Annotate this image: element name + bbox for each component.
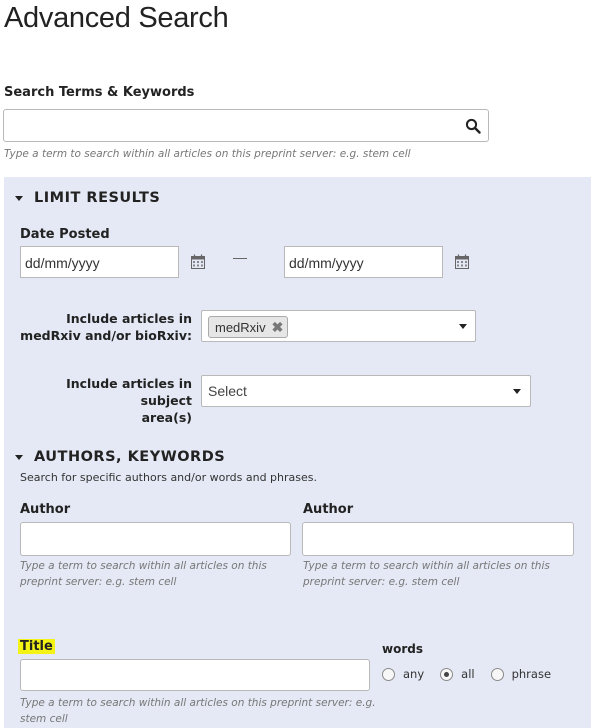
author-help-2-line2: preprint server: e.g. stem cell <box>303 576 460 588</box>
limit-results-toggle[interactable]: LIMIT RESULTS <box>15 190 160 206</box>
words-radio-group: any all phrase <box>382 667 567 681</box>
title-label: Title <box>18 639 55 654</box>
radio-any[interactable] <box>382 667 395 681</box>
search-terms-label: Search Terms & Keywords <box>4 85 195 100</box>
radio-any-label[interactable]: any <box>403 667 424 681</box>
search-filters-panel: LIMIT RESULTS Date Posted dd/mm/yyyy dd/… <box>4 177 591 728</box>
radio-all-label[interactable]: all <box>461 667 474 681</box>
caret-down-icon <box>15 195 23 201</box>
server-filter-label-line2: medRxiv and/or bioRxiv: <box>20 328 192 343</box>
subject-area-select[interactable]: Select <box>201 375 531 407</box>
calendar-icon[interactable] <box>191 254 205 269</box>
title-input[interactable] <box>20 659 370 691</box>
server-multiselect[interactable]: medRxiv ✖ <box>201 310 476 342</box>
author-help-2-line1: Type a term to search within all article… <box>303 560 550 572</box>
date-posted-label: Date Posted <box>20 227 110 242</box>
title-help: Type a term to search within all article… <box>20 695 376 727</box>
author-help-1: Type a term to search within all article… <box>20 558 267 590</box>
author-label-1: Author <box>20 502 71 517</box>
author-help-1-line1: Type a term to search within all article… <box>20 560 267 572</box>
radio-all[interactable] <box>440 667 454 681</box>
date-range-separator <box>233 258 247 259</box>
title-help-line2: stem cell <box>20 713 68 725</box>
limit-results-heading: LIMIT RESULTS <box>34 190 161 206</box>
radio-phrase-label[interactable]: phrase <box>512 667 551 681</box>
authors-keywords-toggle[interactable]: AUTHORS, KEYWORDS <box>15 449 225 465</box>
author-input-1[interactable] <box>20 522 291 556</box>
author-input-2[interactable] <box>302 522 574 556</box>
page-title: Advanced Search <box>4 2 229 34</box>
server-filter-label-line1: Include articles in <box>66 311 192 326</box>
title-label-highlight: Title <box>18 639 55 654</box>
server-filter-label: Include articles in medRxiv and/or bioRx… <box>14 310 192 344</box>
authors-keywords-heading: AUTHORS, KEYWORDS <box>34 449 226 465</box>
dropdown-arrow-icon[interactable] <box>513 389 521 394</box>
caret-down-icon <box>15 454 23 460</box>
subject-filter-label: Include articles in subject area(s) <box>14 375 192 426</box>
radio-phrase[interactable] <box>490 667 504 681</box>
authors-keywords-description: Search for specific authors and/or words… <box>20 471 317 484</box>
subject-filter-label-line1: Include articles in subject <box>66 376 192 408</box>
selected-server-chip: medRxiv ✖ <box>208 316 289 338</box>
calendar-icon[interactable] <box>455 254 469 269</box>
date-to-input[interactable]: dd/mm/yyyy <box>284 246 443 278</box>
author-help-1-line2: preprint server: e.g. stem cell <box>20 576 177 588</box>
author-help-2: Type a term to search within all article… <box>303 558 550 590</box>
subject-select-value: Select <box>208 383 247 399</box>
dropdown-arrow-icon[interactable] <box>459 324 467 329</box>
chip-label: medRxiv <box>215 319 266 335</box>
date-from-input[interactable]: dd/mm/yyyy <box>20 246 179 278</box>
search-icon[interactable] <box>465 118 481 134</box>
words-label: words <box>382 642 423 656</box>
search-help-text: Type a term to search within all article… <box>4 148 411 160</box>
subject-filter-label-line2: area(s) <box>141 410 192 425</box>
author-label-2: Author <box>303 502 354 517</box>
remove-icon[interactable]: ✖ <box>272 320 284 334</box>
title-help-line1: Type a term to search within all article… <box>20 697 376 709</box>
search-input[interactable] <box>3 109 489 142</box>
